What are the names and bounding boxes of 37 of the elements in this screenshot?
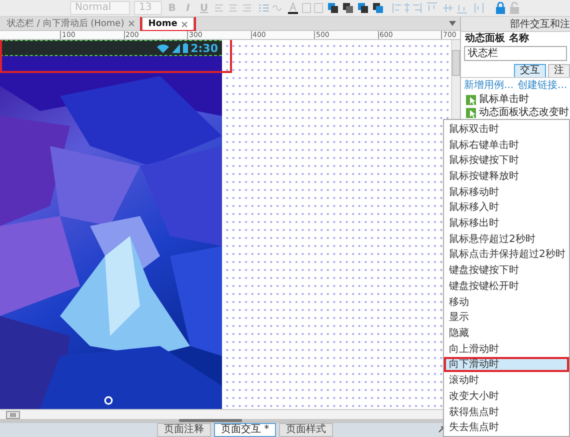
document-tab[interactable]: Home bbox=[142, 17, 194, 30]
menu-item[interactable]: 鼠标点击并保持超过2秒时 bbox=[444, 246, 569, 262]
widget-type-label: 动态面板 bbox=[465, 33, 505, 45]
menu-item[interactable]: 鼠标按键按下时 bbox=[444, 152, 569, 168]
menu-item[interactable]: 键盘按键松开时 bbox=[444, 278, 569, 294]
menu-item[interactable]: 向下滑动时 bbox=[444, 356, 569, 372]
menu-item[interactable]: 鼠标移出时 bbox=[444, 215, 569, 231]
menu-item[interactable]: 鼠标悬停超过2秒时 bbox=[444, 230, 569, 247]
menu-item[interactable]: 获得焦点时 bbox=[444, 404, 569, 420]
link[interactable]: 新增用例... bbox=[464, 80, 514, 92]
status-bar[interactable]: 2:30 bbox=[0, 40, 222, 56]
menu-item[interactable]: 失去焦点时 bbox=[444, 419, 569, 436]
event-item[interactable]: 鼠标单击时 bbox=[461, 93, 570, 106]
bottom-tab[interactable]: 页面交互 * bbox=[214, 423, 276, 437]
menu-item[interactable]: 改变大小时 bbox=[444, 388, 569, 404]
name-label: 名称 bbox=[509, 33, 529, 45]
document-tab[interactable]: 状态栏 / 向下滑动后 (Home) bbox=[2, 17, 140, 30]
menu-item[interactable]: 鼠标右键单击时 bbox=[444, 136, 569, 152]
name-field[interactable]: 状态栏 bbox=[464, 46, 567, 61]
menu-item[interactable]: 滚动时 bbox=[444, 372, 569, 388]
menu-item[interactable]: 显示 bbox=[444, 309, 569, 326]
panel-tab[interactable]: 注 bbox=[548, 64, 570, 77]
menu-item[interactable]: 向上滑动时 bbox=[444, 340, 569, 357]
panel-title: 部件交互和注 bbox=[461, 17, 570, 32]
menu-item[interactable]: 隐藏 bbox=[444, 325, 569, 341]
panel-tab[interactable]: 交互 bbox=[514, 64, 546, 77]
menu-item[interactable]: 鼠标双击时 bbox=[444, 121, 569, 137]
menu-item[interactable]: 鼠标按键释放时 bbox=[444, 168, 569, 184]
bottom-tab[interactable]: 页面样式 bbox=[279, 423, 334, 437]
link[interactable]: 创建链接... bbox=[518, 80, 568, 92]
menu-item[interactable]: 键盘按键按下时 bbox=[444, 262, 569, 278]
event-item[interactable]: 动态面板状态改变时 bbox=[461, 106, 570, 119]
menu-item[interactable]: 移动 bbox=[444, 294, 569, 310]
clock-time: 2:30 bbox=[190, 42, 218, 54]
bottom-tab[interactable]: 页面注释 bbox=[157, 423, 211, 437]
menu-item[interactable]: 鼠标移动时 bbox=[444, 184, 569, 200]
menu-item[interactable]: 鼠标移入时 bbox=[444, 200, 569, 216]
